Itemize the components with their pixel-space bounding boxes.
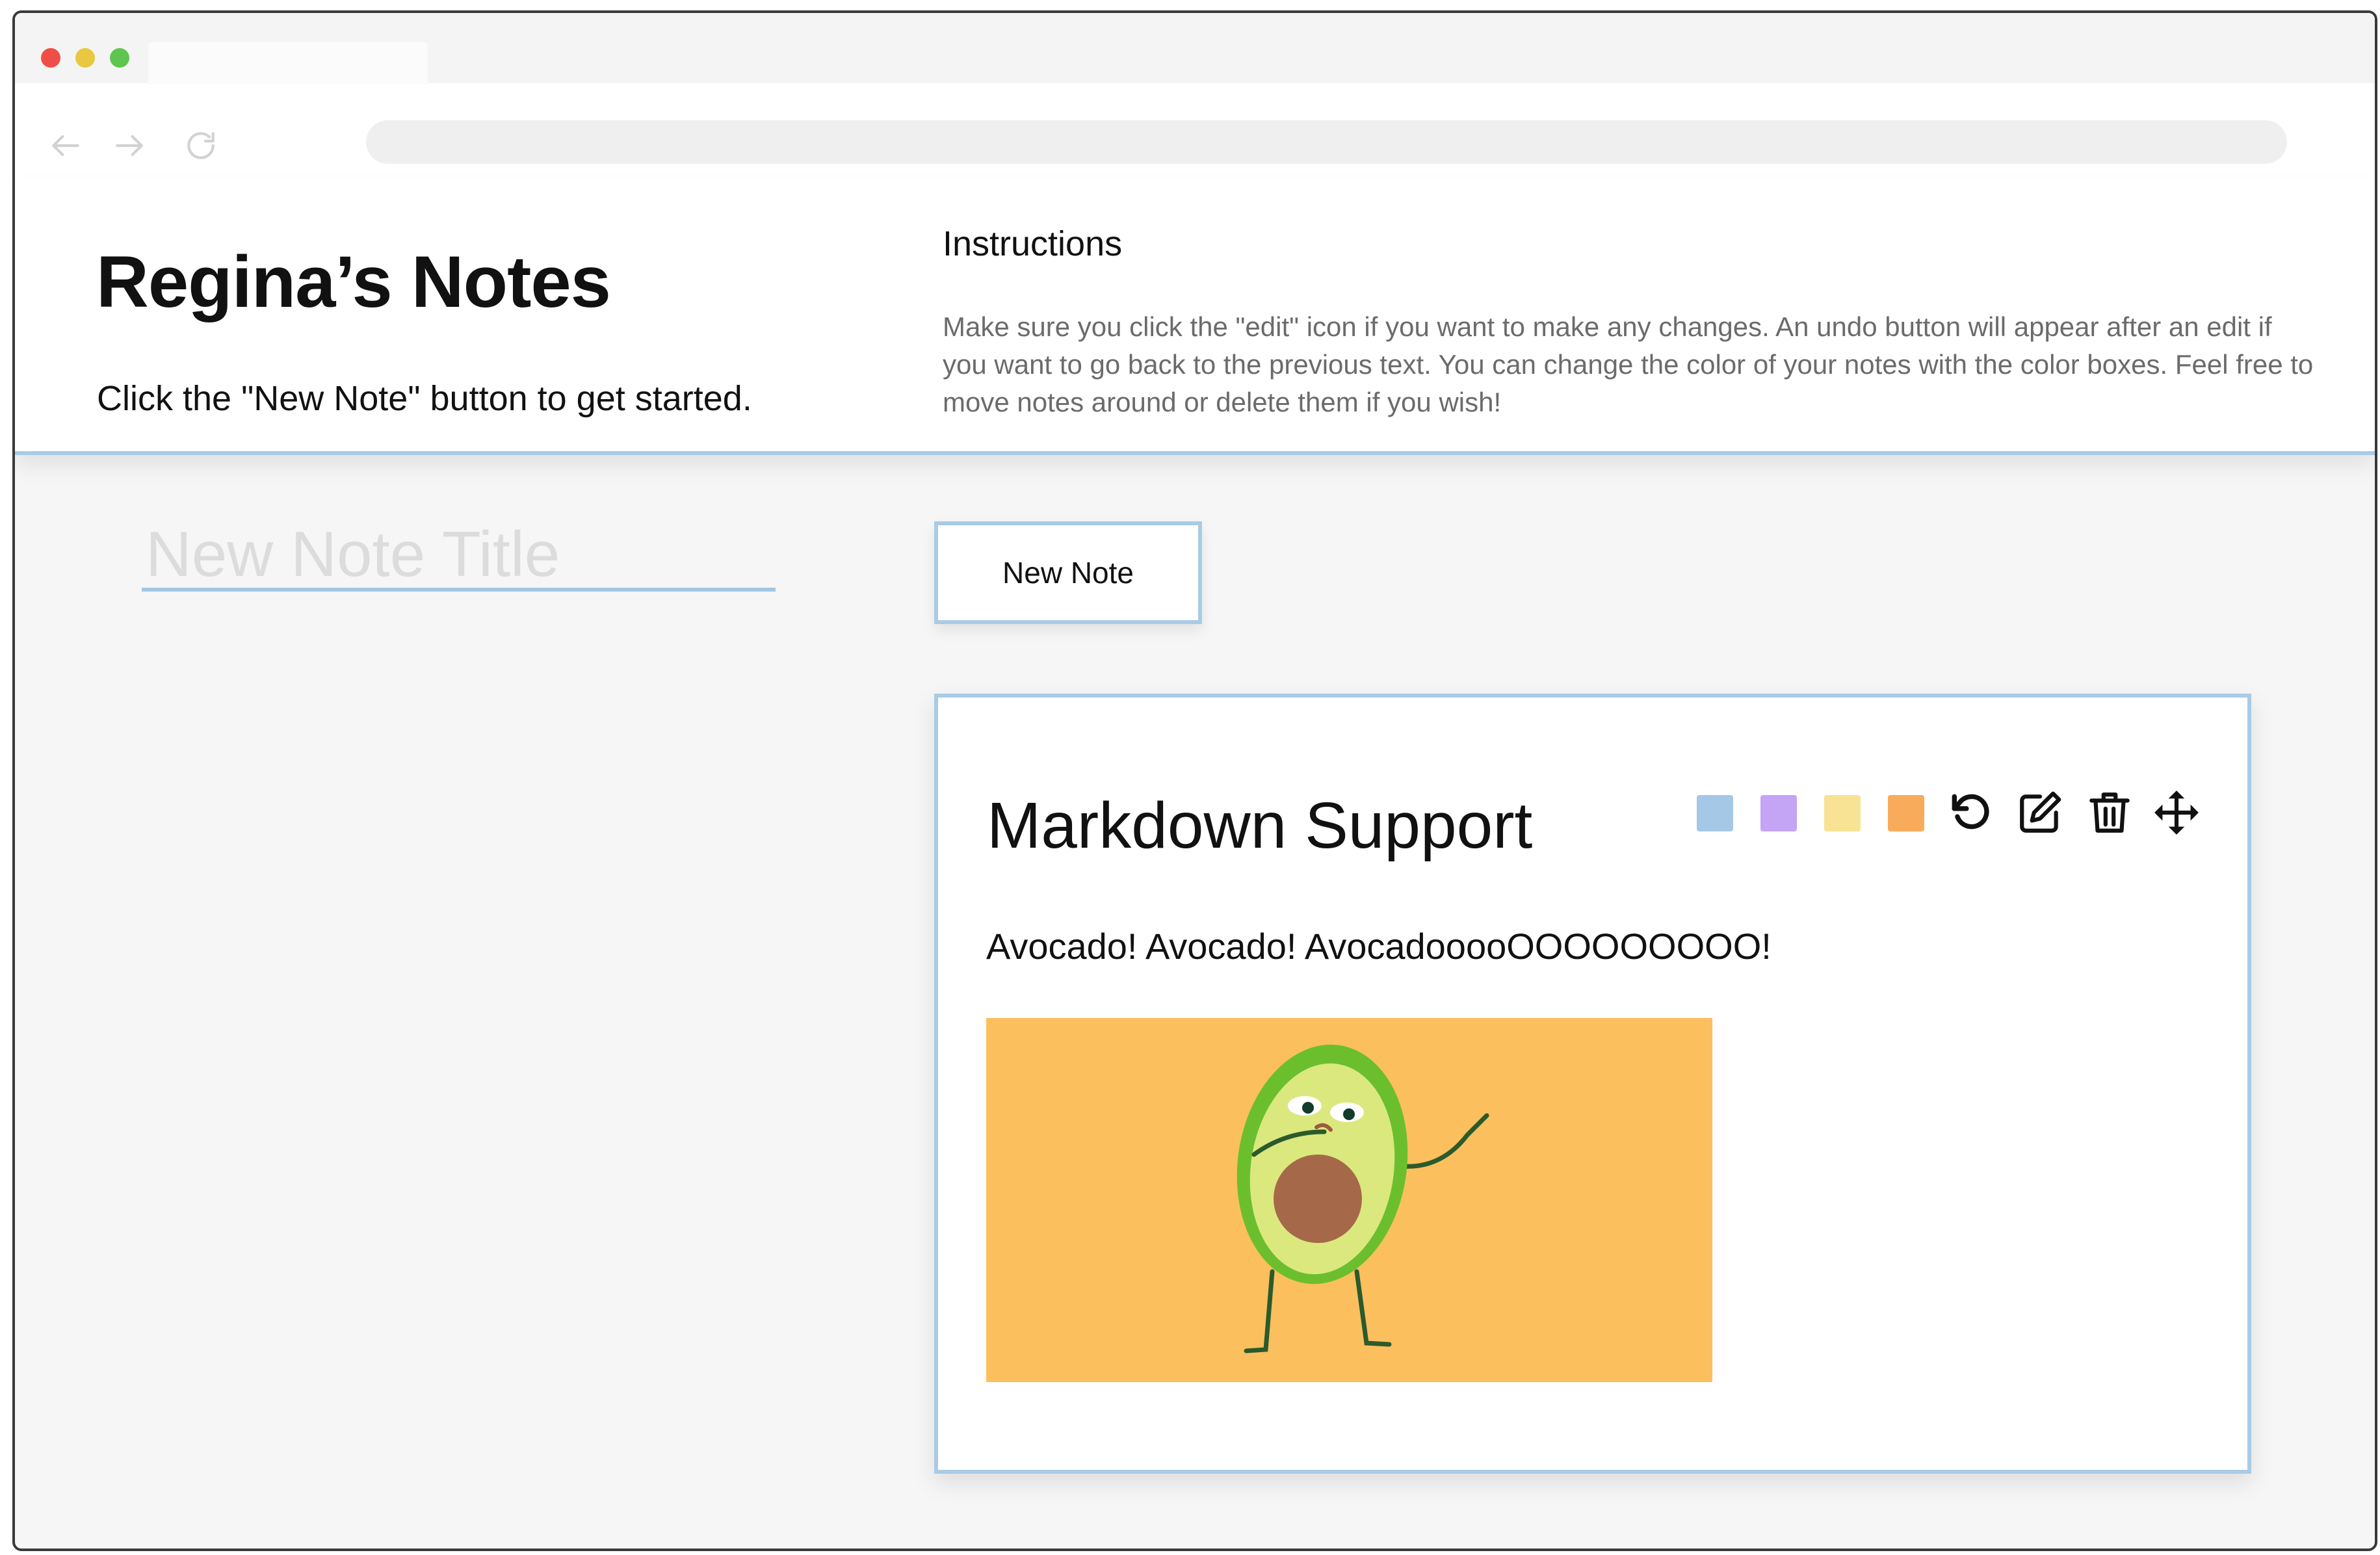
new-note-button[interactable]: New Note <box>934 521 1202 624</box>
minimize-window-button[interactable] <box>75 48 95 68</box>
reload-icon[interactable] <box>183 127 219 164</box>
instructions-heading: Instructions <box>943 224 1123 263</box>
color-swatch-blue[interactable] <box>1697 795 1733 831</box>
color-swatch-orange[interactable] <box>1888 795 1924 831</box>
tab-strip <box>15 13 2375 85</box>
app-header: Regina’s Notes Click the "New Note" butt… <box>15 178 2375 455</box>
note-card[interactable]: Markdown Support Avocado! Avocado! Avoca… <box>934 694 2251 1474</box>
trash-icon[interactable] <box>2086 789 2134 837</box>
edit-icon[interactable] <box>2016 789 2064 837</box>
page-title: Regina’s Notes <box>96 241 611 322</box>
maximize-window-button[interactable] <box>110 48 129 68</box>
browser-window: Regina’s Notes Click the "New Note" butt… <box>12 10 2377 1551</box>
browser-chrome <box>15 13 2375 180</box>
instructions-text: Make sure you click the "edit" icon if y… <box>943 311 2314 417</box>
move-icon[interactable] <box>2152 789 2201 837</box>
color-swatch-purple[interactable] <box>1760 795 1797 831</box>
color-swatch-yellow[interactable] <box>1824 795 1861 831</box>
avocado-image <box>986 1018 1712 1382</box>
note-body-text: Avocado! Avocado! AvocadooooOOOOOOOOO! <box>986 926 1772 967</box>
page-subtitle: Click the "New Note" button to get start… <box>97 379 752 418</box>
back-arrow-icon[interactable] <box>47 127 84 164</box>
note-title: Markdown Support <box>987 789 1533 862</box>
note-title-input[interactable] <box>142 520 776 592</box>
forward-arrow-icon[interactable] <box>111 127 148 164</box>
browser-tab[interactable] <box>148 42 428 85</box>
undo-icon[interactable] <box>1946 789 1994 837</box>
address-bar[interactable] <box>366 120 2287 164</box>
close-window-button[interactable] <box>41 48 60 68</box>
